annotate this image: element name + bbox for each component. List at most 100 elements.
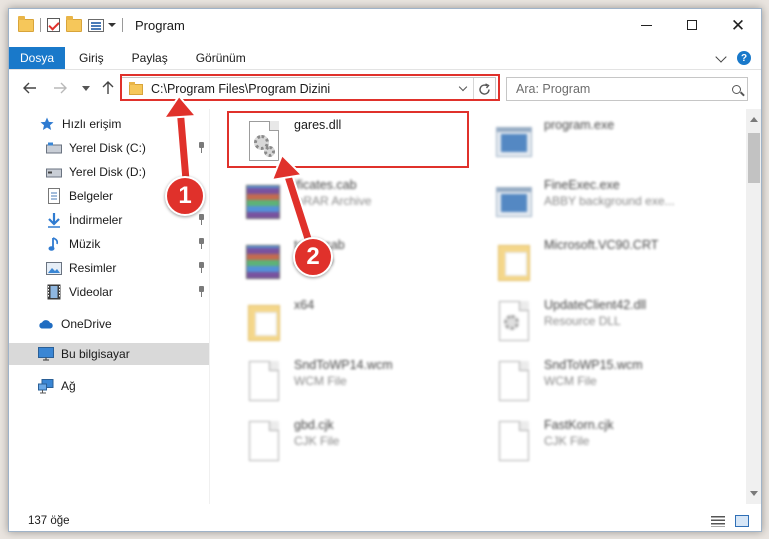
address-path[interactable]: C:\Program Files\Program Dizini xyxy=(151,82,453,96)
videos-icon xyxy=(46,284,62,300)
sidebar-item-label: Videolar xyxy=(69,285,113,299)
tab-file[interactable]: Dosya xyxy=(9,47,65,69)
search-box[interactable]: Ara: Program xyxy=(506,77,748,101)
document-file-icon xyxy=(490,359,538,407)
download-icon xyxy=(46,212,62,228)
scroll-down-icon[interactable] xyxy=(750,491,758,496)
file-type: CJK File xyxy=(294,434,340,448)
sidebar-item-label: Resimler xyxy=(69,261,117,275)
file-type: ABBY background exe... xyxy=(544,194,675,208)
sidebar-item-pictures[interactable]: Resimler xyxy=(9,257,209,279)
file-item[interactable]: Microsoft.VC90.CRT xyxy=(484,237,734,295)
close-icon: ✕ xyxy=(730,15,746,35)
file-name: FastKorn.cjk xyxy=(544,418,614,432)
sidebar-item-quick-access[interactable]: Hızlı erişim xyxy=(9,113,209,135)
new-folder-icon[interactable] xyxy=(66,15,82,32)
vertical-scrollbar[interactable] xyxy=(746,109,761,504)
address-bar[interactable]: C:\Program Files\Program Dizini xyxy=(121,77,496,101)
pin-icon[interactable] xyxy=(197,142,206,153)
file-type: inRAR Archive xyxy=(294,194,372,208)
address-dropdown-button[interactable] xyxy=(453,82,473,92)
file-type: WCM File xyxy=(544,374,597,388)
pin-icon[interactable] xyxy=(197,262,206,273)
drive-icon xyxy=(46,164,62,180)
file-item-gares-dll[interactable]: gares.dll xyxy=(234,117,484,175)
title-bar: Program ✕ xyxy=(9,9,761,41)
file-item[interactable]: FineExec.exe ABBY background exe... xyxy=(484,177,734,235)
sidebar-item-label: Bu bilgisayar xyxy=(61,347,130,361)
chevron-down-icon xyxy=(82,85,90,91)
window-controls: ✕ xyxy=(623,9,761,41)
file-type: Resource DLL xyxy=(544,314,621,328)
sidebar-item-this-pc[interactable]: Bu bilgisayar xyxy=(9,343,209,365)
properties-check-icon[interactable] xyxy=(47,18,60,32)
expand-ribbon-icon[interactable] xyxy=(715,50,727,63)
file-name: gares.dll xyxy=(294,118,342,132)
search-icon[interactable] xyxy=(725,84,747,94)
file-list: gares.dll program.exe ificates.cab inRAR… xyxy=(219,109,745,504)
file-item[interactable]: FastKorn.cjk CJK File xyxy=(484,417,734,475)
back-arrow-icon xyxy=(23,82,36,94)
up-arrow-icon xyxy=(102,81,114,94)
status-bar: 137 öğe xyxy=(9,510,761,531)
sidebar-item-onedrive[interactable]: OneDrive xyxy=(9,313,209,335)
sidebar-item-local-disk-c[interactable]: Yerel Disk (C:) xyxy=(9,137,209,159)
help-icon[interactable]: ? xyxy=(737,51,751,65)
customize-dropdown-icon[interactable] xyxy=(108,23,116,27)
annotation-step-2: 2 xyxy=(293,237,333,277)
file-item[interactable]: SndToWP15.wcm WCM File xyxy=(484,357,734,415)
minimize-button[interactable] xyxy=(623,9,669,41)
tab-view[interactable]: Görünüm xyxy=(182,47,260,69)
navigation-pane: Hızlı erişim Yerel Disk (C:) Yerel Disk … xyxy=(9,109,209,504)
details-view-icon[interactable] xyxy=(711,515,725,527)
view-options-icon[interactable] xyxy=(88,18,104,32)
pictures-icon xyxy=(46,260,62,276)
refresh-button[interactable] xyxy=(473,78,495,100)
pin-icon[interactable] xyxy=(197,238,206,249)
file-name: UpdateClient42.dll xyxy=(544,298,647,312)
dll-file-icon xyxy=(490,299,538,347)
recent-locations-button[interactable] xyxy=(77,79,95,97)
tab-home[interactable]: Giriş xyxy=(65,47,118,69)
maximize-button[interactable] xyxy=(669,9,715,41)
file-item[interactable]: x64 xyxy=(234,297,484,355)
file-item[interactable]: SndToWP14.wcm WCM File xyxy=(234,357,484,415)
file-item[interactable]: gbd.cjk CJK File xyxy=(234,417,484,475)
ribbon-right: ? xyxy=(715,47,761,69)
large-icons-view-icon[interactable] xyxy=(735,515,749,527)
sidebar-item-label: Belgeler xyxy=(69,189,114,203)
scroll-up-icon[interactable] xyxy=(750,117,758,122)
up-button[interactable] xyxy=(99,79,117,97)
sidebar-item-label: Hızlı erişim xyxy=(62,117,122,131)
sidebar-item-music[interactable]: Müzik xyxy=(9,233,209,255)
tab-share[interactable]: Paylaş xyxy=(118,47,182,69)
sidebar-item-label: Ağ xyxy=(61,379,76,393)
sidebar-item-label: İndirmeler xyxy=(69,213,123,227)
pane-divider[interactable] xyxy=(209,109,210,504)
folder-icon xyxy=(240,299,288,347)
file-name: SndToWP14.wcm xyxy=(294,358,393,372)
file-item[interactable]: program.exe xyxy=(484,117,734,175)
file-name: x64 xyxy=(294,298,315,312)
drive-icon xyxy=(46,140,62,156)
pin-icon[interactable] xyxy=(197,286,206,297)
pin-icon[interactable] xyxy=(197,214,206,225)
quick-access-toolbar: Program xyxy=(9,9,185,41)
forward-button[interactable] xyxy=(51,79,69,97)
back-button[interactable] xyxy=(21,79,39,97)
file-item[interactable]: UpdateClient42.dll Resource DLL xyxy=(484,297,734,355)
file-name: SndToWP15.wcm xyxy=(544,358,643,372)
close-button[interactable]: ✕ xyxy=(715,9,761,41)
search-input[interactable]: Ara: Program xyxy=(516,82,725,96)
exe-file-icon xyxy=(490,119,538,167)
separator xyxy=(122,18,123,32)
file-item[interactable]: ificates.cab inRAR Archive xyxy=(234,177,484,235)
scroll-thumb[interactable] xyxy=(748,133,760,183)
sidebar-item-videos[interactable]: Videolar xyxy=(9,281,209,303)
file-item[interactable]: tates.cab Archive xyxy=(234,237,484,295)
sidebar-item-label: Yerel Disk (D:) xyxy=(69,165,146,179)
sidebar-item-network[interactable]: Ağ xyxy=(9,375,209,397)
item-count: 137 öğe xyxy=(28,515,70,527)
file-type: CJK File xyxy=(544,434,590,448)
separator xyxy=(40,18,41,32)
